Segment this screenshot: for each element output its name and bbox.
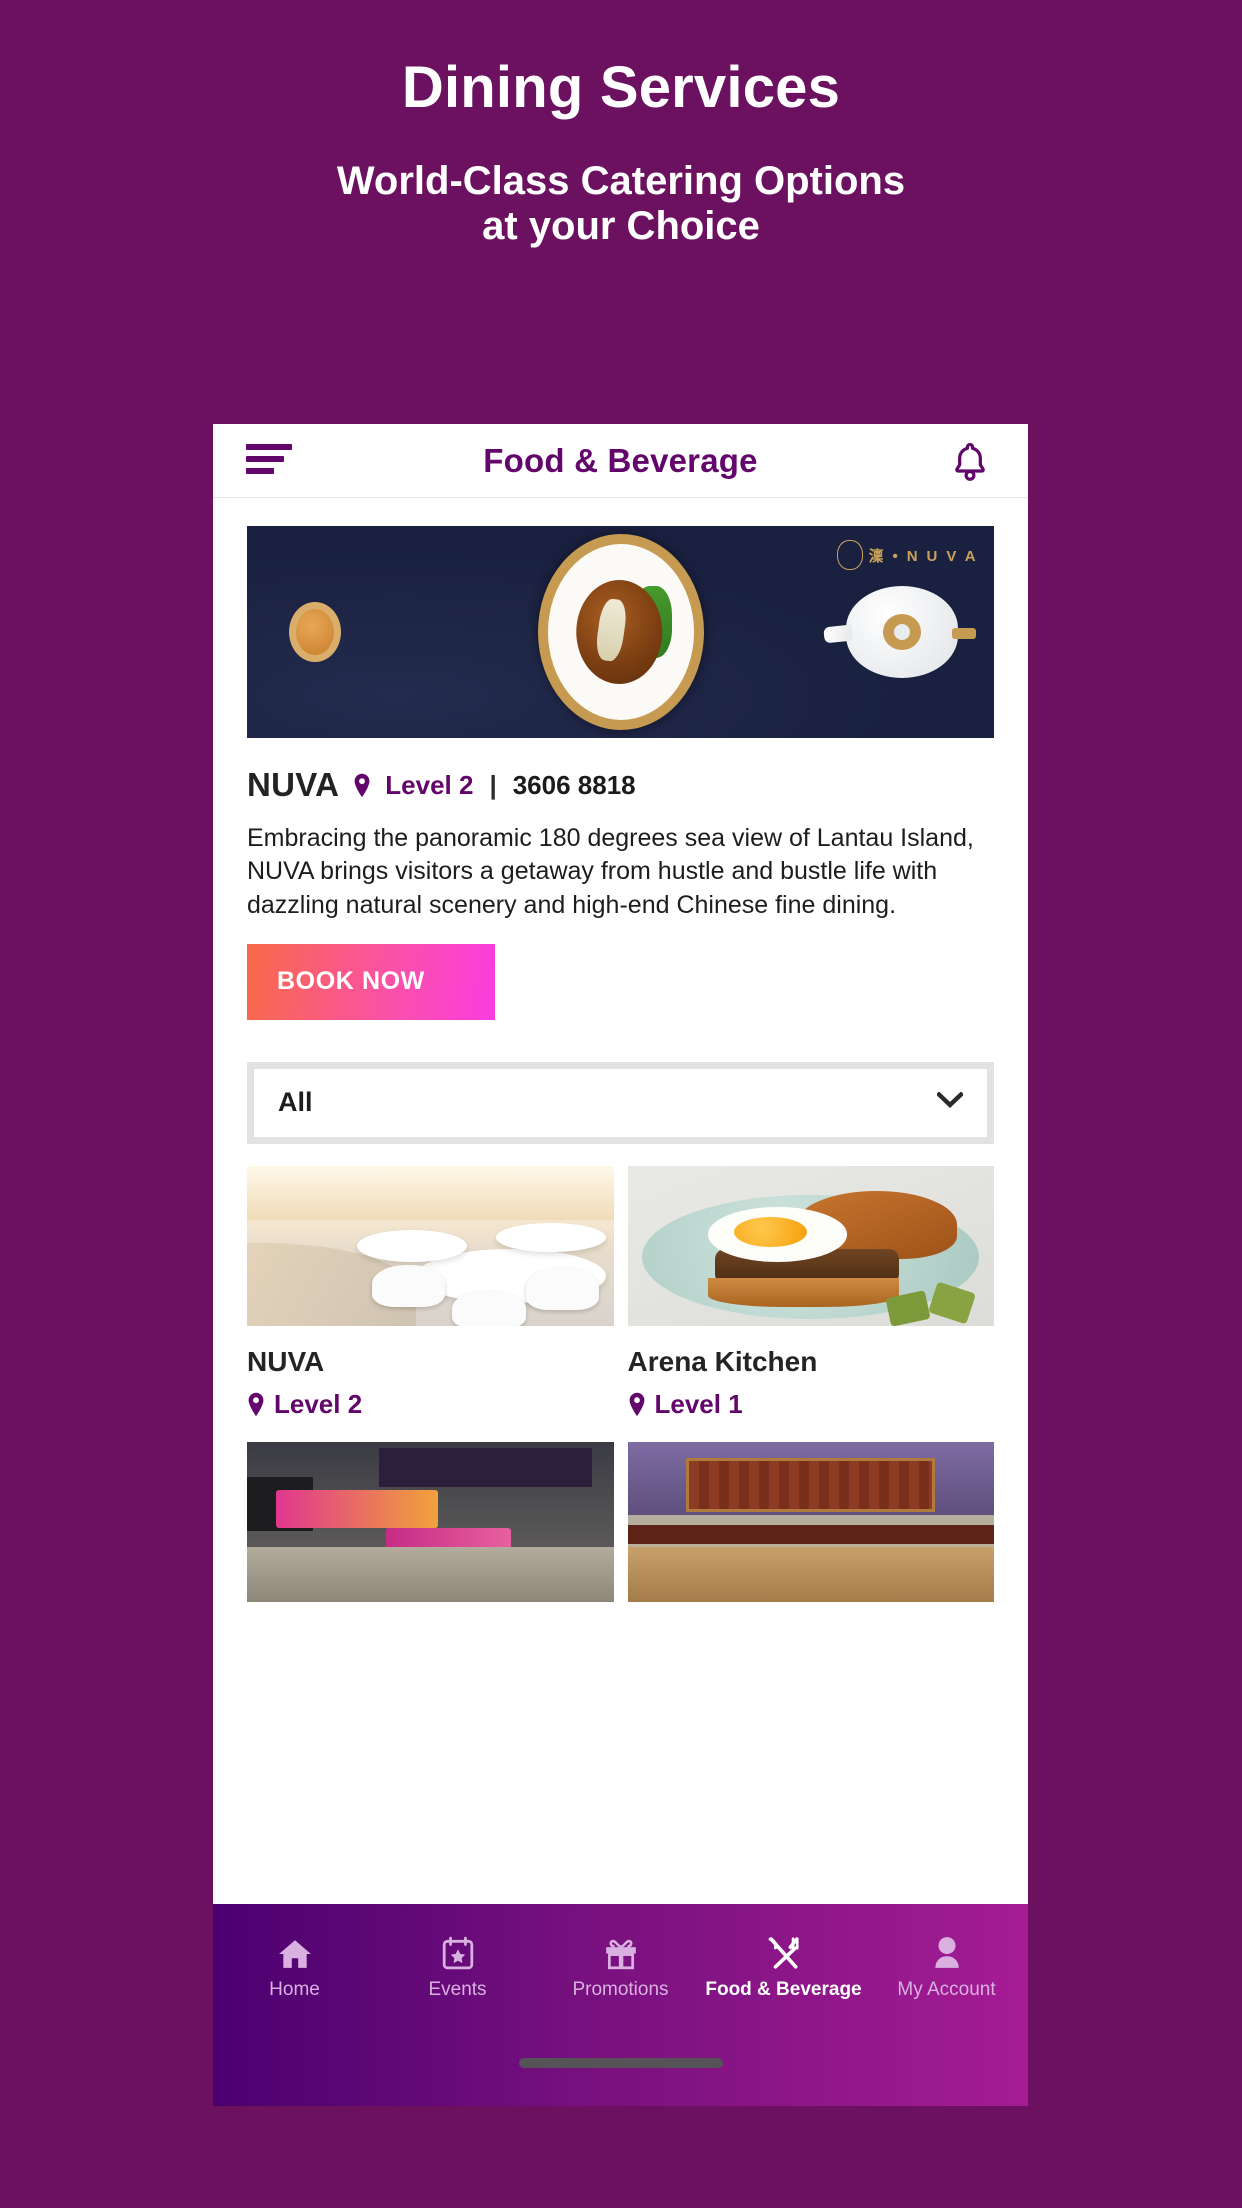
tea-cup-decor	[289, 602, 341, 662]
category-filter-dropdown[interactable]: All	[247, 1061, 994, 1144]
location-pin-icon	[628, 1392, 646, 1417]
category-filter-value: All	[278, 1087, 313, 1118]
book-now-label: BOOK NOW	[277, 967, 425, 996]
nav-item-food-beverage[interactable]: Food & Beverage	[702, 1932, 865, 2001]
restaurant-card[interactable]: NUVA Level 2	[247, 1165, 614, 1420]
content-scroll-area[interactable]: 澟 • N U V A NUVA Level 2 | 3606 8818 Emb…	[213, 498, 1028, 1904]
page-subtitle: World-Class Catering Options at your Cho…	[336, 158, 906, 249]
page-title: Dining Services	[401, 55, 841, 120]
hamburger-icon[interactable]	[246, 444, 292, 478]
seal-icon	[836, 540, 863, 570]
nav-label-events: Events	[428, 1978, 487, 2000]
restaurant-thumbnail	[627, 1441, 994, 1602]
nav-item-home[interactable]: Home	[213, 1932, 376, 2001]
calendar-star-icon	[442, 1932, 474, 1970]
nuva-logo-text: 澟 • N U V A	[868, 547, 978, 565]
restaurant-thumbnail	[627, 1165, 994, 1326]
book-now-button[interactable]: BOOK NOW	[247, 943, 495, 1020]
restaurant-card-name: NUVA	[247, 1345, 325, 1377]
restaurant-grid: NUVA Level 2 Arena Kitchen Level 1	[247, 1165, 995, 1602]
restaurant-thumbnail	[247, 1441, 614, 1602]
phone-screen: Food & Beverage 澟 • N U V A NUVA Level 2…	[213, 424, 1028, 1904]
app-bar-title: Food & Beverage	[483, 441, 758, 479]
noodles-decor	[575, 580, 662, 684]
nuva-logo: 澟 • N U V A	[836, 540, 978, 570]
restaurant-card[interactable]	[627, 1441, 994, 1602]
bell-icon[interactable]	[950, 441, 990, 483]
nav-item-events[interactable]: Events	[376, 1932, 539, 2001]
plate-decor	[537, 534, 704, 730]
restaurant-thumbnail	[247, 1165, 614, 1326]
featured-header: NUVA Level 2 | 3606 8818	[247, 766, 994, 804]
nav-item-my-account[interactable]: My Account	[865, 1932, 1028, 2001]
location-pin-icon	[247, 1392, 265, 1417]
featured-description: Embracing the panoramic 180 degrees sea …	[247, 824, 974, 919]
location-pin-icon	[353, 773, 371, 798]
home-indicator-bar[interactable]	[518, 2058, 723, 2068]
nav-item-promotions[interactable]: Promotions	[539, 1932, 702, 2001]
promo-header: Dining Services World-Class Catering Opt…	[0, 0, 1242, 250]
chevron-down-icon	[935, 1091, 965, 1113]
nav-label-food-beverage: Food & Beverage	[705, 1978, 862, 2000]
fork-knife-icon	[767, 1932, 801, 1970]
bottom-navigation-bar: Home Events Promotions Food & Beverage M…	[213, 1904, 1028, 2028]
home-icon	[278, 1932, 312, 1970]
featured-restaurant-name: NUVA	[247, 766, 340, 803]
restaurant-card-location: Level 1	[628, 1389, 995, 1420]
featured-phone[interactable]: 3606 8818	[513, 770, 636, 801]
featured-level: Level 2	[385, 769, 474, 800]
gift-icon	[603, 1932, 639, 1970]
restaurant-card-level: Level 1	[654, 1388, 743, 1419]
restaurant-card-level: Level 2	[274, 1388, 363, 1419]
plate-inner-decor	[547, 544, 694, 720]
home-indicator-area	[213, 2028, 1028, 2106]
restaurant-card-location: Level 2	[247, 1389, 614, 1420]
featured-separator: |	[489, 769, 497, 800]
restaurant-card[interactable]	[247, 1441, 614, 1602]
restaurant-card-name: Arena Kitchen	[627, 1345, 818, 1377]
app-bar: Food & Beverage	[213, 424, 1028, 498]
nav-label-promotions: Promotions	[572, 1978, 669, 2000]
teapot-decor	[823, 586, 976, 678]
featured-restaurant-image[interactable]: 澟 • N U V A	[247, 526, 994, 738]
nav-label-my-account: My Account	[897, 1978, 996, 2000]
person-icon	[931, 1932, 963, 1970]
nav-label-home: Home	[269, 1978, 320, 2000]
restaurant-card[interactable]: Arena Kitchen Level 1	[627, 1165, 995, 1420]
